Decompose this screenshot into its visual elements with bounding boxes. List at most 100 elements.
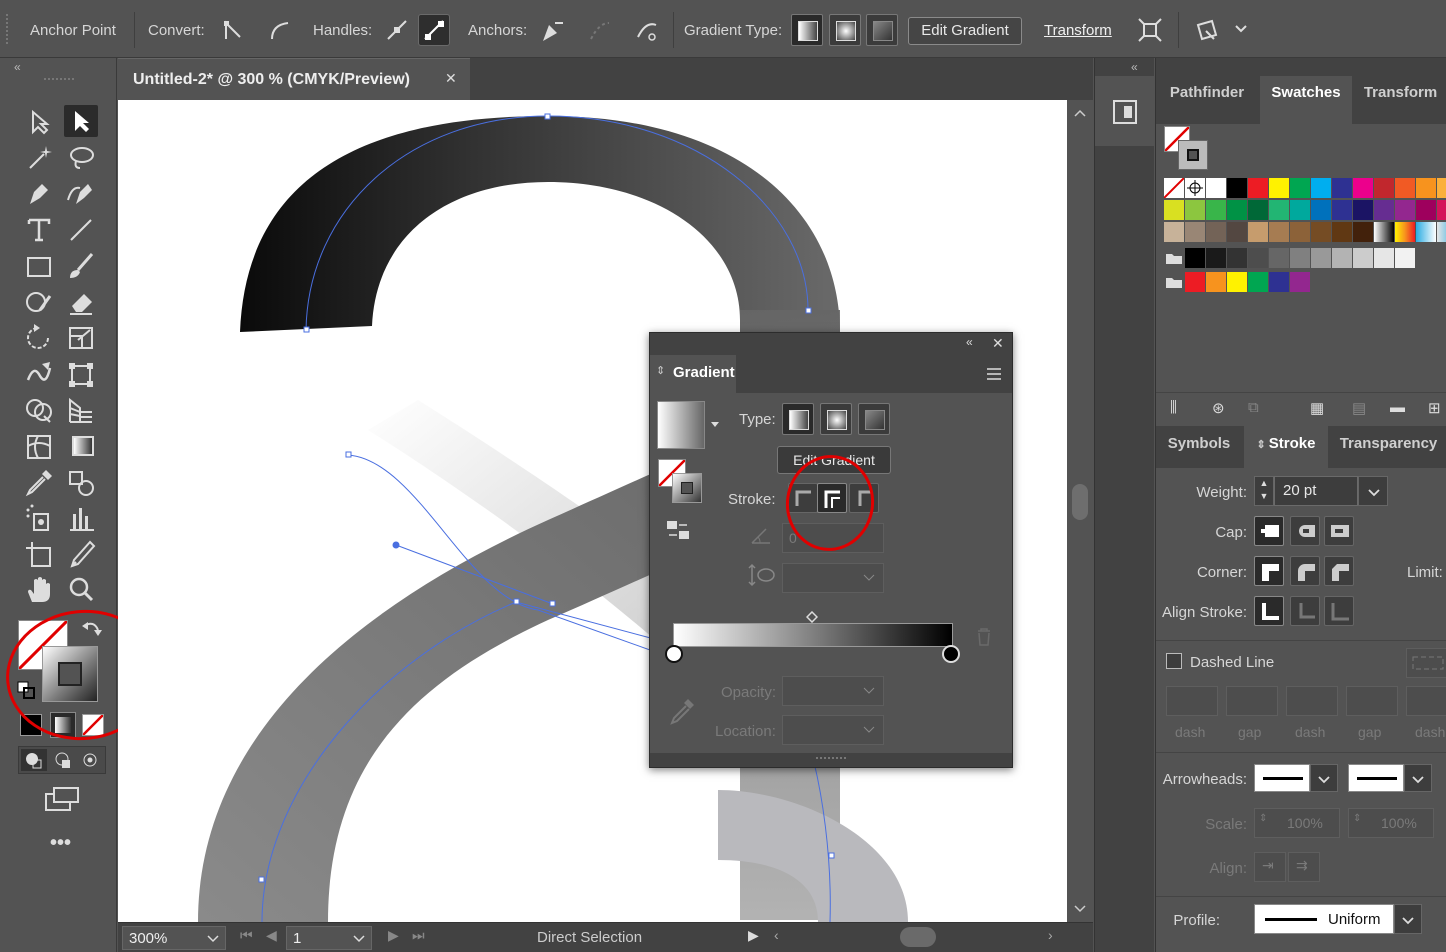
more-tools-icon[interactable]: •••	[50, 832, 71, 855]
swatch[interactable]	[1311, 222, 1331, 242]
swatch[interactable]	[1395, 200, 1415, 220]
place-swatch-icon[interactable]: ⧉	[1248, 399, 1259, 416]
start-arrowhead-select[interactable]	[1254, 764, 1310, 792]
swatch[interactable]	[1206, 248, 1226, 268]
grip-icon[interactable]	[816, 757, 846, 761]
swatch[interactable]	[1227, 248, 1247, 268]
linear-type-button[interactable]	[782, 403, 814, 435]
blend-tool[interactable]	[64, 466, 98, 498]
document-tab[interactable]: Untitled-2* @ 300 % (CMYK/Preview) ✕	[118, 58, 470, 100]
tab-transparency[interactable]: Transparency	[1330, 426, 1446, 468]
last-artboard-icon[interactable]: ⏭	[412, 927, 425, 944]
swatch[interactable]	[1185, 200, 1205, 220]
convert-to-corner-button[interactable]	[218, 15, 248, 45]
draw-inside-button[interactable]	[77, 749, 103, 771]
swatch-gradient[interactable]	[1395, 222, 1415, 242]
tab-stroke[interactable]: ⇕ Stroke	[1244, 426, 1328, 468]
eyedropper-icon[interactable]	[668, 697, 696, 725]
panel-menu-icon[interactable]	[986, 367, 1002, 381]
swatch[interactable]	[1395, 248, 1415, 268]
swatch[interactable]	[1227, 222, 1247, 242]
arrow-tip-place-button[interactable]: ⇉	[1288, 852, 1320, 882]
swatch[interactable]	[1332, 178, 1352, 198]
grip-icon[interactable]	[6, 14, 10, 44]
rectangle-tool[interactable]	[22, 250, 56, 282]
draw-normal-button[interactable]	[21, 749, 47, 771]
arrow-tip-extend-button[interactable]: ⇥	[1254, 852, 1286, 882]
swatch[interactable]	[1290, 222, 1310, 242]
swatch[interactable]	[1353, 200, 1373, 220]
cut-path-button[interactable]	[632, 15, 662, 45]
swatch-libraries-icon[interactable]: ⫼	[1170, 399, 1177, 416]
opacity-field[interactable]	[782, 676, 884, 706]
free-transform-tool[interactable]	[64, 358, 98, 390]
swatch[interactable]	[1374, 178, 1394, 198]
close-panel-icon[interactable]: ✕	[992, 335, 1004, 352]
tab-pathfinder[interactable]: Pathfinder	[1156, 76, 1258, 124]
midpoint-diamond-icon[interactable]	[806, 611, 818, 623]
radial-gradient-button[interactable]	[829, 14, 861, 46]
swatch[interactable]	[1269, 222, 1289, 242]
transform-link[interactable]: Transform	[1044, 22, 1112, 39]
artboard-tool[interactable]	[22, 538, 56, 570]
freeform-type-button[interactable]	[858, 403, 890, 435]
status-menu-icon[interactable]: ▶	[748, 927, 759, 944]
gradient-tab[interactable]: ⇕ Gradient	[650, 355, 736, 393]
mini-stroke-swatch[interactable]	[672, 473, 702, 503]
swatch[interactable]	[1248, 272, 1268, 292]
convert-to-smooth-button[interactable]	[264, 15, 294, 45]
swatch[interactable]	[1269, 248, 1289, 268]
swatch-stroke-indicator[interactable]	[1178, 140, 1208, 170]
swatch[interactable]	[1227, 272, 1247, 292]
h-scroll-thumb[interactable]	[900, 927, 936, 947]
color-group-folder-icon[interactable]	[1164, 248, 1184, 268]
edit-gradient-button[interactable]: Edit Gradient	[908, 17, 1022, 45]
screen-mode-icon[interactable]	[44, 786, 80, 812]
swatch[interactable]	[1416, 178, 1436, 198]
dashed-line-checkbox[interactable]	[1166, 653, 1182, 669]
curvature-tool[interactable]	[64, 178, 98, 210]
shape-builder-tool[interactable]	[22, 394, 56, 426]
trash-icon[interactable]	[976, 627, 992, 647]
first-artboard-icon[interactable]: ⏮	[240, 927, 253, 944]
swatch[interactable]	[1374, 248, 1394, 268]
gradient-stop-black[interactable]	[942, 645, 960, 663]
round-join-button[interactable]	[1290, 556, 1320, 586]
swatch[interactable]	[1353, 178, 1373, 198]
direct-selection-tool[interactable]	[64, 105, 98, 137]
gap-field-1[interactable]	[1226, 686, 1278, 716]
swatch[interactable]	[1269, 200, 1289, 220]
magic-wand-tool[interactable]	[22, 142, 56, 174]
swatch[interactable]	[1437, 178, 1446, 198]
gap-field-2[interactable]	[1346, 686, 1398, 716]
grip-icon[interactable]	[44, 78, 74, 82]
next-artboard-icon[interactable]: ▶	[388, 927, 399, 944]
swatch[interactable]	[1374, 200, 1394, 220]
swatch[interactable]	[1206, 222, 1226, 242]
dash-field-3[interactable]	[1406, 686, 1446, 716]
remove-anchor-button[interactable]	[537, 15, 567, 45]
swatch[interactable]	[1206, 200, 1226, 220]
show-handles-button[interactable]	[382, 15, 412, 45]
swatch[interactable]	[1248, 222, 1268, 242]
swatch-registration[interactable]	[1185, 178, 1205, 198]
swatch-gradient[interactable]	[1374, 222, 1394, 242]
swatch[interactable]	[1416, 200, 1436, 220]
selection-tool[interactable]	[22, 106, 56, 138]
mesh-tool[interactable]	[22, 430, 56, 462]
swatch[interactable]	[1269, 272, 1289, 292]
swatch[interactable]	[1227, 200, 1247, 220]
swatch[interactable]	[1332, 222, 1352, 242]
show-kinds-icon[interactable]: ⊛	[1212, 399, 1225, 417]
butt-cap-button[interactable]	[1254, 516, 1284, 546]
align-button[interactable]	[1135, 15, 1165, 45]
paintbrush-tool[interactable]	[64, 250, 98, 282]
shaper-tool[interactable]	[22, 286, 56, 318]
prev-artboard-icon[interactable]: ◀	[266, 927, 277, 944]
gradient-stop-white[interactable]	[665, 645, 683, 663]
swatch-options-icon[interactable]: ▦	[1310, 399, 1324, 417]
swatch-gradient[interactable]	[1416, 222, 1436, 242]
isolate-button[interactable]	[1192, 15, 1222, 45]
swatch[interactable]	[1353, 222, 1373, 242]
swatch-gradient[interactable]	[1437, 222, 1446, 242]
